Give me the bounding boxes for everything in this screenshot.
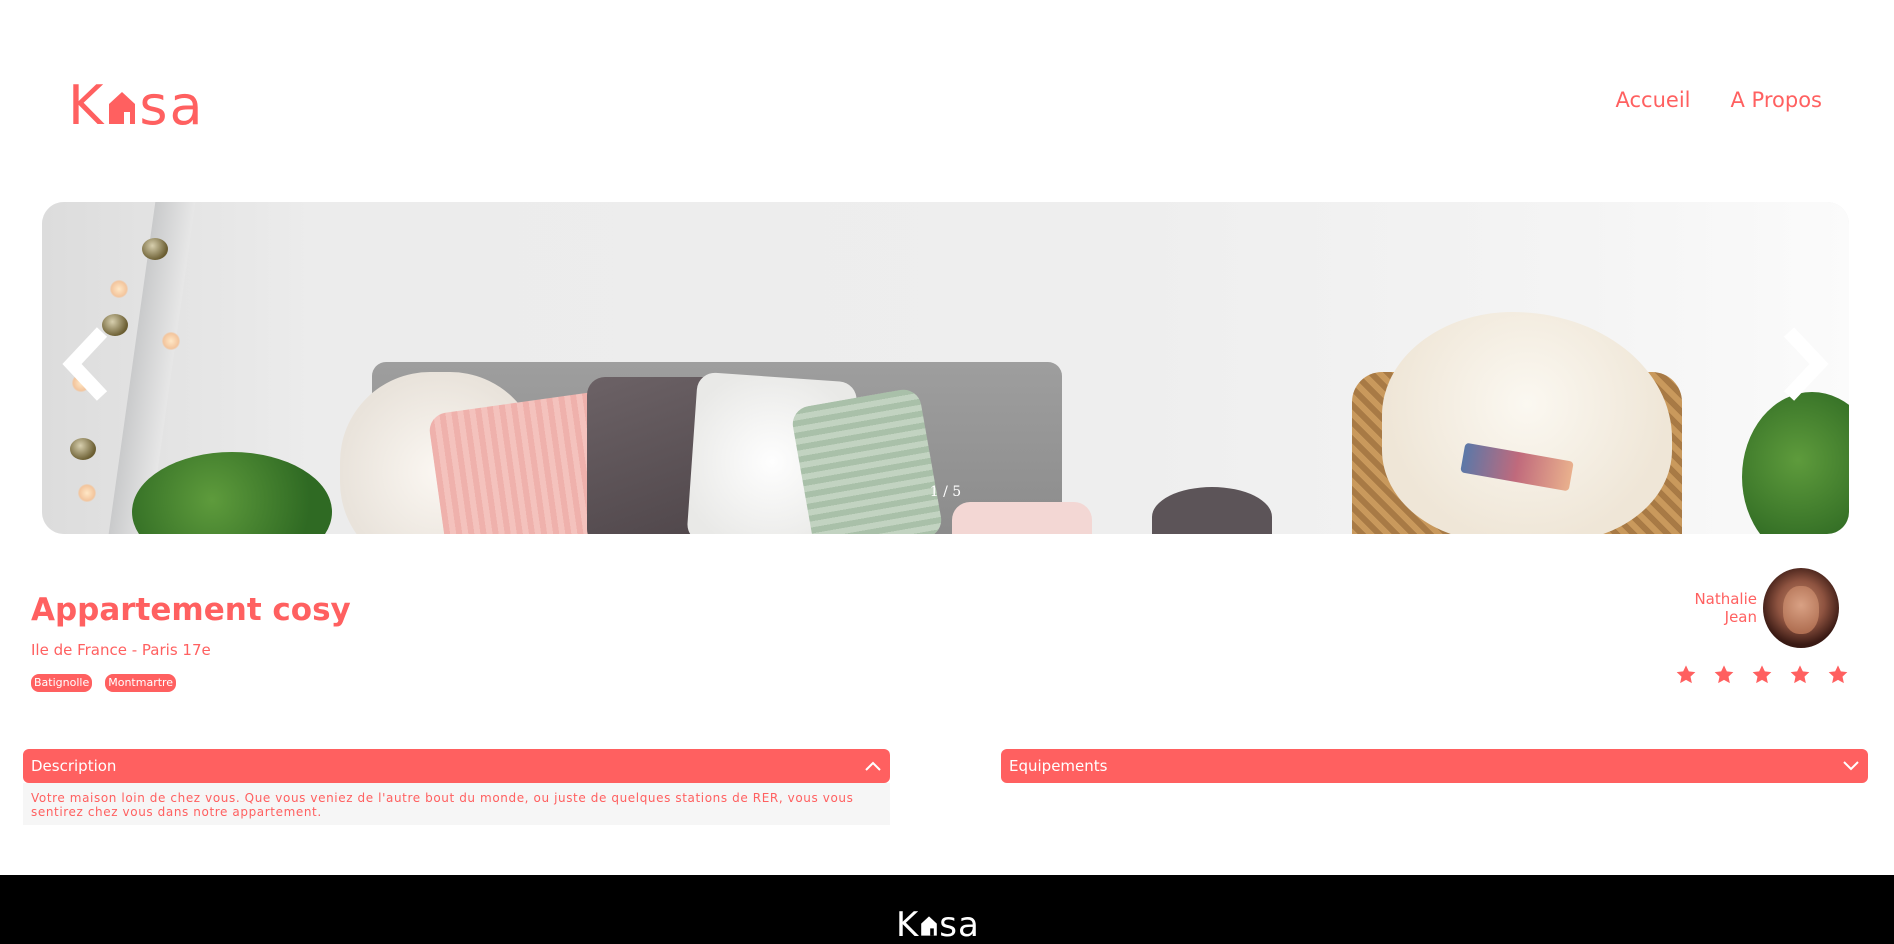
- host-name: Nathalie Jean: [1694, 590, 1757, 626]
- equipments-collapse: Equipements: [1001, 749, 1868, 783]
- kasa-logo[interactable]: K sa: [68, 78, 205, 134]
- host-info: Nathalie Jean: [1694, 568, 1839, 648]
- star-icon: [1676, 665, 1696, 684]
- description-collapse: Description Votre maison loin de chez vo…: [23, 749, 890, 825]
- chevron-up-icon[interactable]: [864, 760, 882, 772]
- rating-stars: [1675, 664, 1849, 686]
- tag-montmartre: Montmartre: [105, 674, 177, 692]
- logo-letter-k: K: [68, 74, 106, 137]
- footer-logo: K sa: [896, 907, 980, 943]
- main-nav: Accueil A Propos: [1616, 88, 1822, 112]
- listing-title: Appartement cosy: [31, 592, 351, 628]
- nav-a-propos[interactable]: A Propos: [1731, 88, 1822, 112]
- nav-accueil[interactable]: Accueil: [1616, 88, 1691, 112]
- chevron-left-icon[interactable]: [58, 324, 118, 404]
- house-icon: [109, 92, 136, 124]
- chevron-down-icon[interactable]: [1842, 760, 1860, 772]
- footer: K sa: [0, 875, 1894, 944]
- star-icon: [1790, 665, 1810, 684]
- footer-logo-letter-k: K: [896, 905, 920, 944]
- description-toggle[interactable]: Description: [23, 749, 890, 783]
- star-icon: [1828, 665, 1848, 684]
- equipments-toggle[interactable]: Equipements: [1001, 749, 1868, 783]
- listing-location: Ile de France - Paris 17e: [31, 641, 211, 659]
- host-last-name: Jean: [1724, 608, 1757, 626]
- chevron-right-icon[interactable]: [1773, 324, 1833, 404]
- star-icon: [1752, 665, 1772, 684]
- host-first-name: Nathalie: [1694, 590, 1757, 608]
- photo-carousel: 1 / 5: [42, 202, 1849, 534]
- tag-batignolle: Batignolle: [31, 674, 93, 692]
- carousel-counter: 1 / 5: [929, 484, 962, 500]
- host-avatar: [1763, 568, 1839, 648]
- description-content: Votre maison loin de chez vous. Que vous…: [23, 783, 890, 825]
- logo-letters-sa: sa: [139, 74, 205, 137]
- equipments-label: Equipements: [1009, 757, 1108, 775]
- footer-logo-letters-sa: sa: [939, 905, 980, 944]
- star-icon: [1714, 665, 1734, 684]
- house-icon: [921, 916, 938, 936]
- header: K sa Accueil A Propos: [0, 0, 1894, 200]
- tag-list: Batignolle Montmartre: [31, 674, 177, 692]
- description-label: Description: [31, 757, 117, 775]
